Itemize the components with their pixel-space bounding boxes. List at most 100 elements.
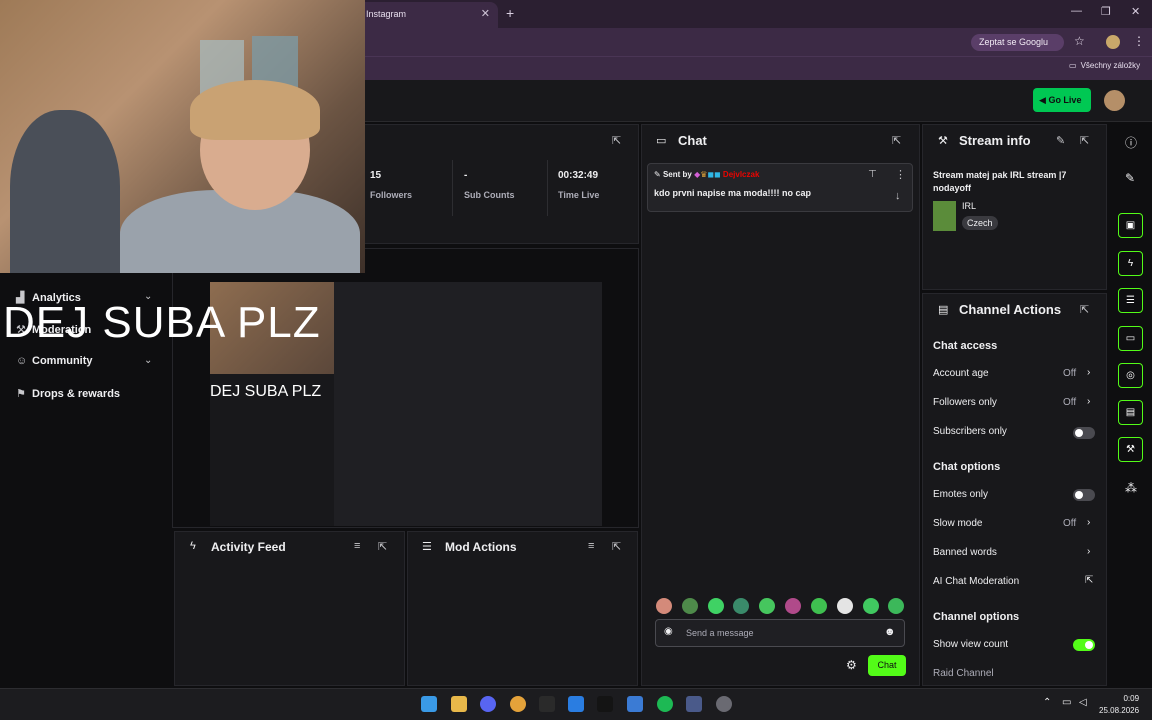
arrow-down-icon[interactable]: ↓ <box>895 190 901 202</box>
clock-date: 25.08.2026 <box>1099 706 1140 715</box>
slow-mode-label[interactable]: Slow mode <box>933 518 982 529</box>
bookmark-star-icon[interactable]: ☆ <box>1074 34 1085 48</box>
emotes-only-label: Emotes only <box>933 489 989 500</box>
edit-icon[interactable]: ✎ <box>1056 134 1065 147</box>
raid-channel-label[interactable]: Raid Channel <box>933 668 994 679</box>
sidebar-item-drops[interactable]: ⚑ Drops & rewards <box>16 387 120 400</box>
quick-action-wrench-icon[interactable]: ⚒ <box>1118 437 1143 462</box>
emote-icon[interactable] <box>708 598 724 614</box>
popout-icon[interactable]: ⇱ <box>612 540 621 553</box>
banned-words-label[interactable]: Banned words <box>933 547 997 558</box>
chat-username[interactable]: Dejvlczak <box>723 170 759 179</box>
quick-action-panel-icon[interactable]: ▤ <box>1118 400 1143 425</box>
tray-chevron-icon[interactable]: ⌃ <box>1043 697 1051 708</box>
show-view-count-toggle[interactable] <box>1073 639 1095 651</box>
close-window-icon[interactable]: ✕ <box>1131 5 1140 18</box>
message-menu-icon[interactable]: ⋮ <box>895 168 906 181</box>
emote-icon[interactable] <box>656 598 672 614</box>
popout-icon[interactable]: ⇱ <box>1080 303 1089 316</box>
epic-games-icon[interactable] <box>539 696 555 712</box>
popout-icon[interactable]: ⇱ <box>612 134 621 147</box>
avatar[interactable] <box>1104 90 1125 111</box>
followers-only-value[interactable]: Off <box>1063 397 1076 408</box>
emote-icon[interactable] <box>811 598 827 614</box>
go-live-button[interactable]: ◀ Go Live <box>1033 88 1091 112</box>
ai-moderation-label[interactable]: AI Chat Moderation <box>933 576 1019 587</box>
list-icon: ☰ <box>422 541 432 553</box>
overlay-text: DEJ SUBA PLZ <box>3 298 321 347</box>
ask-google-button[interactable]: Zeptat se Googlu <box>971 34 1064 51</box>
account-age-label[interactable]: Account age <box>933 368 989 379</box>
sidebar-item-community[interactable]: ☺ Community <box>16 355 93 367</box>
emotes-only-toggle[interactable] <box>1073 489 1095 501</box>
obs-icon[interactable] <box>716 696 732 712</box>
browser-profile-icon[interactable] <box>1106 35 1120 49</box>
app-f-icon[interactable] <box>568 696 584 712</box>
close-tab-icon[interactable]: ✕ <box>481 7 490 20</box>
chat-access-heading: Chat access <box>933 340 998 352</box>
settings-gear-icon[interactable]: ⚙ <box>846 658 857 672</box>
chat-send-label: Chat <box>877 660 897 670</box>
chat-options-heading: Chat options <box>933 461 1001 473</box>
discord-icon[interactable] <box>480 696 496 712</box>
emote-icon[interactable] <box>837 598 853 614</box>
pin-icon[interactable]: ⊤ <box>868 169 877 180</box>
category-name: IRL <box>962 201 977 211</box>
quick-action-lightning-icon[interactable]: ϟ <box>1118 251 1143 276</box>
clock[interactable]: 0:09 25.08.2026 <box>1099 693 1139 717</box>
netflix-icon[interactable] <box>597 696 613 712</box>
app-window-icon[interactable] <box>627 696 643 712</box>
quick-action-broadcast-icon[interactable]: ◎ <box>1118 363 1143 388</box>
file-explorer-icon[interactable] <box>451 696 467 712</box>
chevron-right-icon[interactable]: › <box>1087 517 1090 528</box>
more-actions-icon[interactable]: ⁂ <box>1125 481 1137 495</box>
emote-icon[interactable] <box>863 598 879 614</box>
chevron-right-icon[interactable]: › <box>1087 396 1090 407</box>
followers-only-label[interactable]: Followers only <box>933 397 997 408</box>
emote-icon[interactable] <box>682 598 698 614</box>
info-icon[interactable]: ⓘ <box>1125 134 1137 151</box>
spotify-icon[interactable] <box>657 696 673 712</box>
chrome-icon[interactable] <box>510 696 526 712</box>
filter-icon[interactable]: ≡ <box>354 540 360 552</box>
chat-input[interactable]: Send a message <box>655 619 905 647</box>
account-age-value[interactable]: Off <box>1063 368 1076 379</box>
all-bookmarks-button[interactable]: ▭ Všechny záložky <box>1069 61 1140 70</box>
chat-send-button[interactable]: Chat <box>868 655 906 676</box>
emoji-icon[interactable]: ☻ <box>884 626 896 638</box>
popout-icon[interactable]: ⇱ <box>1080 134 1089 147</box>
browser-tab[interactable]: Instagram ✕ <box>356 2 498 28</box>
popout-icon[interactable]: ⇱ <box>378 540 387 553</box>
popout-icon[interactable]: ⇱ <box>892 134 901 147</box>
browser-menu-icon[interactable]: ⋮ <box>1133 34 1145 48</box>
slow-mode-value[interactable]: Off <box>1063 518 1076 529</box>
emote-icon[interactable] <box>785 598 801 614</box>
folder-icon: ▭ <box>1069 61 1077 70</box>
new-tab-icon[interactable]: + <box>506 5 514 21</box>
chevron-right-icon[interactable]: › <box>1087 546 1090 557</box>
emote-icon[interactable] <box>733 598 749 614</box>
maximize-icon[interactable]: ❐ <box>1101 5 1111 18</box>
windows-start-icon[interactable] <box>421 696 437 712</box>
app-settings-icon[interactable] <box>686 696 702 712</box>
chat-title: Chat <box>678 133 707 148</box>
activity-feed-title: Activity Feed <box>211 540 286 554</box>
network-icon[interactable]: ▭ <box>1062 697 1071 708</box>
chevron-right-icon[interactable]: › <box>1087 367 1090 378</box>
lightning-icon: ϟ <box>190 540 196 552</box>
external-link-icon[interactable]: ⇱ <box>1085 575 1093 586</box>
filter-icon[interactable]: ≡ <box>588 540 594 552</box>
chevron-down-icon[interactable]: ⌄ <box>144 355 152 366</box>
quick-action-video-icon[interactable]: ▣ <box>1118 213 1143 238</box>
webcam-overlay <box>0 0 365 273</box>
quick-action-list-icon[interactable]: ☰ <box>1118 288 1143 313</box>
show-view-count-label: Show view count <box>933 639 1009 650</box>
subscribers-only-toggle[interactable] <box>1073 427 1095 439</box>
emote-icon[interactable] <box>888 598 904 614</box>
quick-action-chat-icon[interactable]: ▭ <box>1118 326 1143 351</box>
emote-icon[interactable] <box>759 598 775 614</box>
volume-icon[interactable]: ◁ <box>1079 697 1087 708</box>
minimize-icon[interactable]: — <box>1071 5 1082 17</box>
chat-badge-icon[interactable]: ◉ <box>664 626 673 637</box>
edit-icon[interactable]: ✎ <box>1125 171 1135 185</box>
